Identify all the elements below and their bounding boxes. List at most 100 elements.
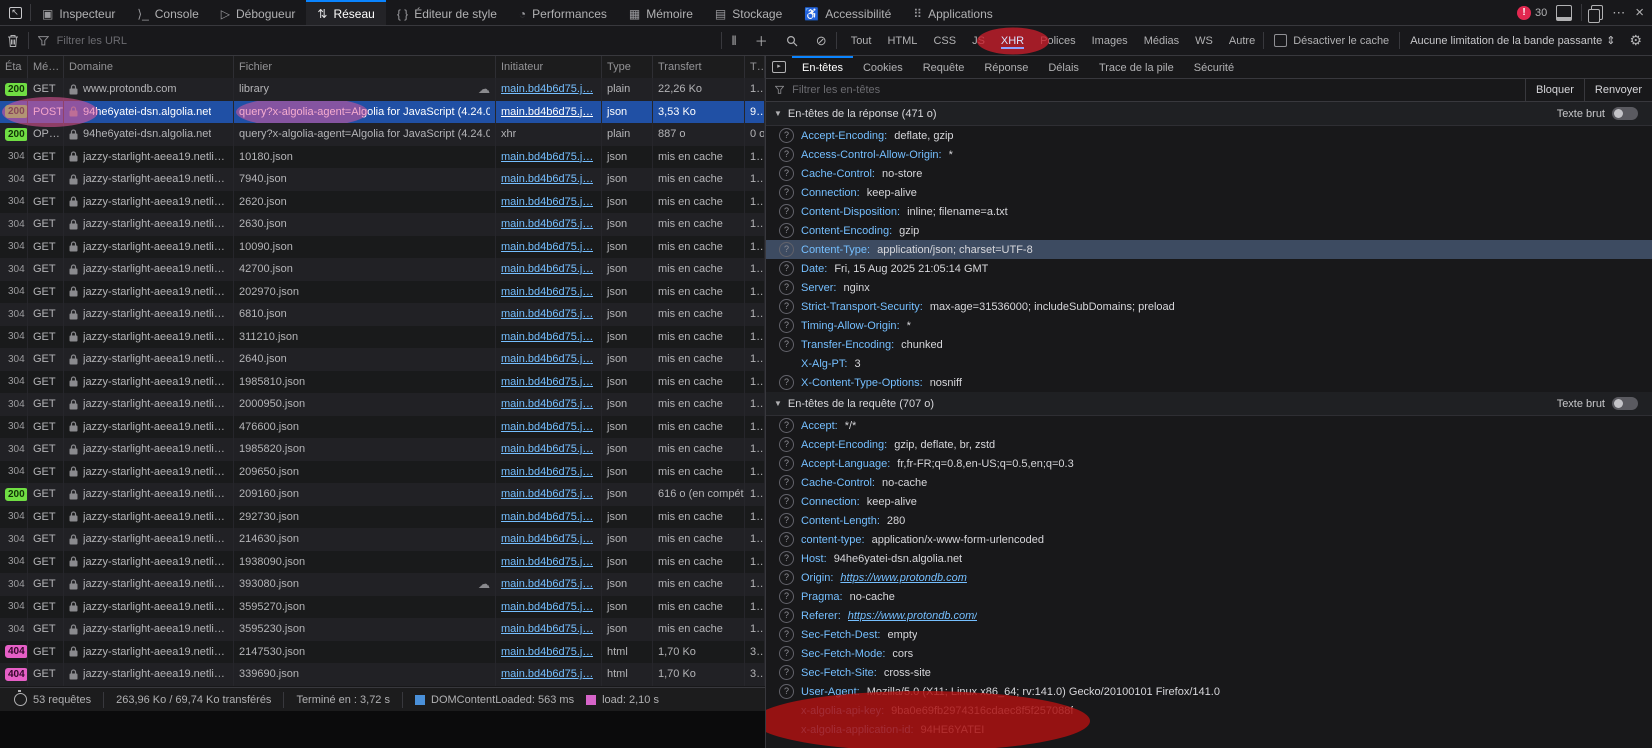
pick-element-button[interactable]: ↖ bbox=[0, 0, 30, 25]
response-headers-section-header[interactable]: ▼ En-têtes de la réponse (471 o) Texte b… bbox=[766, 102, 1652, 126]
initiator-link[interactable]: main.bd4b6d75.j… bbox=[501, 466, 593, 478]
devtools-tab[interactable]: ⠿ Applications bbox=[902, 0, 1004, 25]
column-header-domain[interactable]: Domaine bbox=[64, 56, 234, 78]
header-help-icon[interactable]: ? bbox=[779, 418, 794, 433]
header-help-icon[interactable]: ? bbox=[779, 204, 794, 219]
initiator-link[interactable]: main.bd4b6d75.j… bbox=[501, 578, 593, 590]
header-row[interactable]: ? Accept */* bbox=[766, 416, 1652, 435]
block-request-icon[interactable]: ⊘ bbox=[807, 33, 836, 49]
initiator-link[interactable]: main.bd4b6d75.j… bbox=[501, 421, 593, 433]
details-tab[interactable]: Sécurité bbox=[1184, 56, 1244, 78]
request-filter-button[interactable]: Images bbox=[1084, 32, 1136, 50]
devtools-tab[interactable]: ▷ Débogueur bbox=[210, 0, 307, 25]
request-filter-button[interactable]: XHR bbox=[993, 32, 1032, 50]
header-row[interactable]: ? X-Alg-PT 3 bbox=[766, 354, 1652, 373]
header-row[interactable]: ? Sec-Fetch-Site cross-site bbox=[766, 663, 1652, 682]
dock-side-icon[interactable] bbox=[1556, 5, 1572, 21]
header-help-icon[interactable]: ? bbox=[779, 185, 794, 200]
initiator-link[interactable]: main.bd4b6d75.j… bbox=[501, 331, 593, 343]
initiator-link[interactable]: main.bd4b6d75.j… bbox=[501, 488, 593, 500]
header-help-icon[interactable]: ? bbox=[779, 375, 794, 390]
header-row[interactable]: ? Connection keep-alive bbox=[766, 492, 1652, 511]
header-row[interactable]: ? x-algolia-application-id 94HE6YATEI bbox=[766, 720, 1652, 739]
request-row[interactable]: 200 OP… 94he6yatei-dsn.algolia.net query… bbox=[0, 123, 765, 146]
header-row[interactable]: ? Content-Encoding gzip bbox=[766, 221, 1652, 240]
initiator-link[interactable]: main.bd4b6d75.j… bbox=[501, 668, 593, 680]
disable-cache-checkbox[interactable] bbox=[1274, 34, 1287, 47]
column-header-type[interactable]: Type bbox=[602, 56, 653, 78]
header-row[interactable]: ? Host 94he6yatei-dsn.algolia.net bbox=[766, 549, 1652, 568]
details-tab[interactable]: Réponse bbox=[974, 56, 1038, 78]
request-filter-button[interactable]: WS bbox=[1187, 32, 1221, 50]
column-header-initiator[interactable]: Initiateur bbox=[496, 56, 602, 78]
header-row[interactable]: ? Cache-Control no-cache bbox=[766, 473, 1652, 492]
request-row[interactable]: 304 GET jazzy-starlight-aeea19.netli… 19… bbox=[0, 371, 765, 394]
headers-filter-input[interactable] bbox=[790, 83, 1519, 97]
request-filter-button[interactable]: CSS bbox=[925, 32, 964, 50]
raw-toggle-switch[interactable] bbox=[1612, 397, 1638, 410]
column-header-transfer[interactable]: Transfert bbox=[653, 56, 745, 78]
header-help-icon[interactable]: ? bbox=[779, 223, 794, 238]
header-row[interactable]: ? Transfer-Encoding chunked bbox=[766, 335, 1652, 354]
header-help-icon[interactable]: ? bbox=[779, 665, 794, 680]
error-count-badge[interactable]: ! 30 bbox=[1517, 6, 1547, 20]
responsive-mode-icon[interactable] bbox=[1591, 5, 1603, 20]
request-row[interactable]: 304 GET jazzy-starlight-aeea19.netli… 68… bbox=[0, 303, 765, 326]
request-row[interactable]: 304 GET jazzy-starlight-aeea19.netli… 35… bbox=[0, 596, 765, 619]
header-help-icon[interactable]: ? bbox=[779, 646, 794, 661]
request-row[interactable]: 304 GET jazzy-starlight-aeea19.netli… 79… bbox=[0, 168, 765, 191]
request-row[interactable]: 304 GET jazzy-starlight-aeea19.netli… 35… bbox=[0, 618, 765, 641]
initiator-link[interactable]: main.bd4b6d75.j… bbox=[501, 443, 593, 455]
meatball-menu-icon[interactable]: ⋯ bbox=[1612, 5, 1626, 21]
header-help-icon[interactable]: ? bbox=[779, 280, 794, 295]
block-button[interactable]: Bloquer bbox=[1525, 79, 1584, 101]
initiator-link[interactable]: main.bd4b6d75.j… bbox=[501, 353, 593, 365]
header-help-icon[interactable]: ? bbox=[779, 589, 794, 604]
header-help-icon[interactable]: ? bbox=[779, 242, 794, 257]
column-header-method[interactable]: Mé… bbox=[28, 56, 64, 78]
header-row[interactable]: ? Referer https://www.protondb.com/ bbox=[766, 606, 1652, 625]
header-help-icon[interactable]: ? bbox=[779, 475, 794, 490]
request-filter-button[interactable]: Polices bbox=[1032, 32, 1083, 50]
devtools-tab[interactable]: ▣ Inspecteur bbox=[31, 0, 126, 25]
devtools-tab[interactable]: ⇅ Réseau bbox=[306, 0, 385, 25]
request-row[interactable]: 304 GET jazzy-starlight-aeea19.netli… 10… bbox=[0, 146, 765, 169]
request-row[interactable]: 304 GET jazzy-starlight-aeea19.netli… 10… bbox=[0, 236, 765, 259]
header-help-icon[interactable]: ? bbox=[779, 627, 794, 642]
initiator-link[interactable]: main.bd4b6d75.j… bbox=[501, 241, 593, 253]
header-row[interactable]: ? Accept-Encoding gzip, deflate, br, zst… bbox=[766, 435, 1652, 454]
header-row[interactable]: ? Content-Type application/json; charset… bbox=[766, 240, 1652, 259]
request-row[interactable]: 304 GET jazzy-starlight-aeea19.netli… 20… bbox=[0, 281, 765, 304]
header-help-icon[interactable]: ? bbox=[779, 147, 794, 162]
resend-button[interactable]: Renvoyer bbox=[1584, 79, 1652, 101]
header-help-icon[interactable]: ? bbox=[779, 437, 794, 452]
header-help-icon[interactable]: ? bbox=[779, 494, 794, 509]
header-help-icon[interactable]: ? bbox=[779, 318, 794, 333]
header-row[interactable]: ? Timing-Allow-Origin * bbox=[766, 316, 1652, 335]
initiator-link[interactable]: main.bd4b6d75.j… bbox=[501, 623, 593, 635]
search-icon[interactable] bbox=[777, 35, 807, 47]
initiator-link[interactable]: main.bd4b6d75.j… bbox=[501, 376, 593, 388]
header-help-icon[interactable]: ? bbox=[779, 551, 794, 566]
request-row[interactable]: 200 GET www.protondb.com library ☁ main.… bbox=[0, 78, 765, 101]
initiator-link[interactable]: main.bd4b6d75.j… bbox=[501, 308, 593, 320]
header-help-icon[interactable]: ? bbox=[779, 532, 794, 547]
throttling-select[interactable]: Aucune limitation de la bande passante ⇕ bbox=[1400, 34, 1625, 47]
header-help-icon[interactable]: ? bbox=[779, 166, 794, 181]
stopwatch-icon[interactable] bbox=[14, 693, 27, 706]
initiator-link[interactable]: main.bd4b6d75.j… bbox=[501, 533, 593, 545]
request-headers-section-header[interactable]: ▼ En-têtes de la requête (707 o) Texte b… bbox=[766, 392, 1652, 416]
initiator-link[interactable]: main.bd4b6d75.j… bbox=[501, 286, 593, 298]
request-row[interactable]: 200 POST 94he6yatei-dsn.algolia.net quer… bbox=[0, 101, 765, 124]
initiator-link[interactable]: main.bd4b6d75.j… bbox=[501, 151, 593, 163]
header-row[interactable]: ? User-Agent Mozilla/5.0 (X11; Linux x86… bbox=[766, 682, 1652, 701]
clear-requests-button[interactable] bbox=[0, 26, 28, 55]
initiator-link[interactable]: main.bd4b6d75.j… bbox=[501, 106, 593, 118]
request-row[interactable]: 404 GET jazzy-starlight-aeea19.netli… 21… bbox=[0, 641, 765, 664]
initiator-link[interactable]: main.bd4b6d75.j… bbox=[501, 646, 593, 658]
initiator-link[interactable]: main.bd4b6d75.j… bbox=[501, 601, 593, 613]
request-row[interactable]: 304 GET jazzy-starlight-aeea19.netli… 42… bbox=[0, 258, 765, 281]
devtools-tab[interactable]: ⟩_ Console bbox=[126, 0, 209, 25]
devtools-tab[interactable]: ▤ Stockage bbox=[704, 0, 793, 25]
initiator-link[interactable]: main.bd4b6d75.j… bbox=[501, 398, 593, 410]
